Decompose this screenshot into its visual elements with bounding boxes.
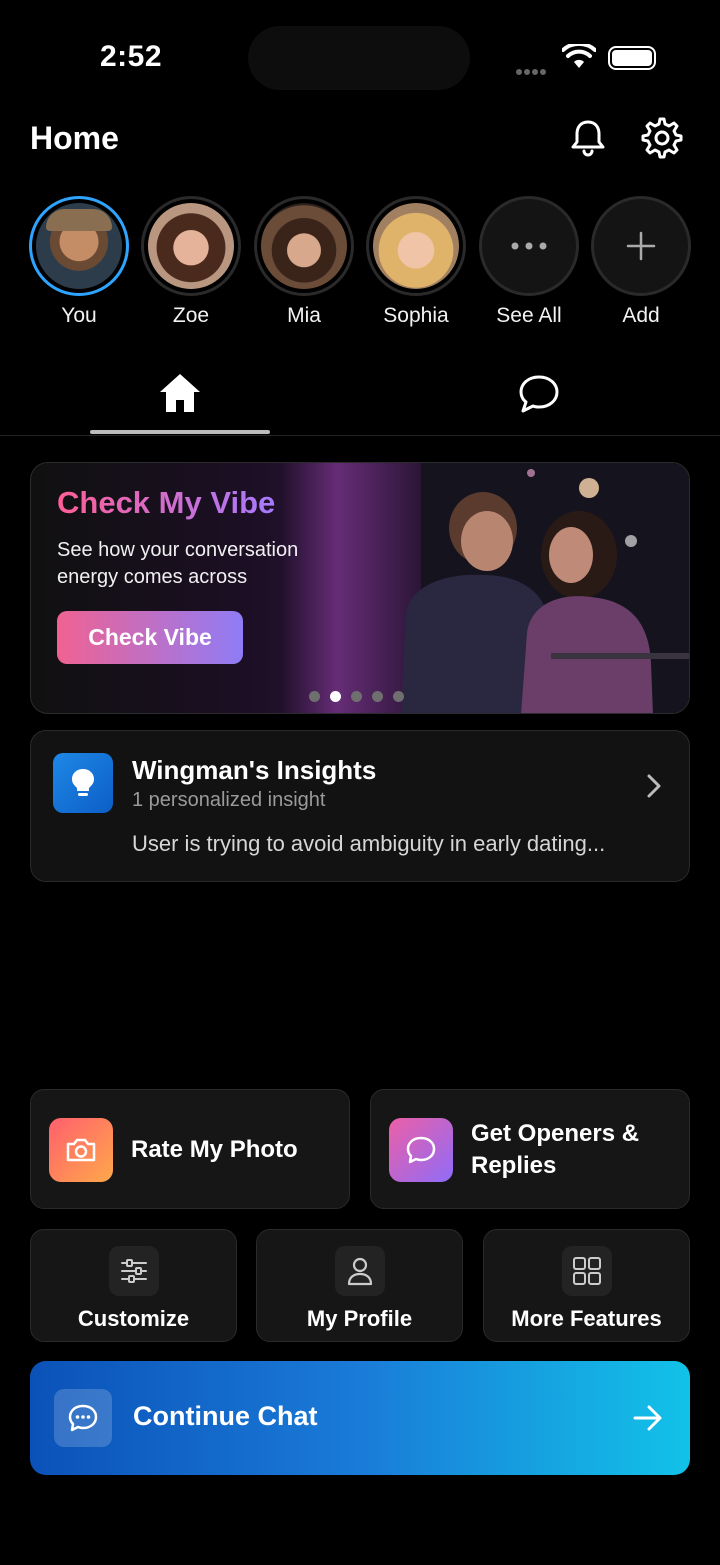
chevron-right-icon (647, 774, 661, 798)
sliders-icon (108, 1246, 159, 1296)
customize-label: Customize (77, 1306, 190, 1331)
story-label: See All (496, 304, 562, 327)
lightbulb-icon (53, 753, 113, 813)
carousel-dot[interactable] (393, 691, 404, 702)
get-openers-label: Get Openers & Replies (471, 1118, 639, 1182)
story-mia[interactable]: Mia (252, 196, 356, 328)
stories-row: You Zoe Mia Sophia See All Add (0, 196, 720, 336)
insight-preview: User is trying to avoid ambiguity in ear… (132, 831, 606, 856)
person-icon (334, 1246, 385, 1296)
home-icon[interactable] (158, 372, 202, 414)
tab-bar (0, 360, 720, 436)
avatar (148, 203, 234, 289)
story-ring (254, 196, 354, 296)
more-features-label: More Features (511, 1306, 662, 1331)
insight-count: 1 personalized insight (132, 789, 326, 811)
add-story-button[interactable]: Add (589, 196, 693, 328)
carousel-dot[interactable] (309, 691, 320, 702)
story-ring (141, 196, 241, 296)
story-label: Sophia (383, 304, 449, 327)
story-zoe[interactable]: Zoe (139, 196, 243, 328)
check-vibe-banner[interactable]: Check My Vibe See how your conversation … (30, 462, 690, 714)
status-bar: 2:52 (0, 0, 720, 110)
carousel-dot[interactable] (372, 691, 383, 702)
gear-icon[interactable] (640, 116, 684, 160)
story-you[interactable]: You (27, 196, 131, 328)
avatar (261, 203, 347, 289)
vibe-title: Check My Vibe (57, 485, 276, 520)
story-label: Zoe (172, 304, 210, 327)
battery-icon (608, 46, 656, 70)
my-profile-label: My Profile (306, 1306, 413, 1331)
carousel-dots (309, 689, 414, 707)
cellular-signal-icon (516, 62, 548, 80)
more-features-button[interactable]: More Features (483, 1229, 690, 1342)
wifi-icon (562, 44, 596, 68)
chat-bubbles-icon (389, 1118, 453, 1182)
chat-dots-icon (54, 1389, 112, 1447)
status-time: 2:52 (100, 40, 163, 73)
story-label: Mia (287, 304, 321, 327)
vibe-subtitle: See how your conversation energy comes a… (57, 539, 299, 588)
home-screen: 2:52 Home You Zoe Mia Sophia See All Add… (0, 0, 720, 1565)
check-vibe-button[interactable]: Check Vibe (57, 611, 243, 664)
story-sophia[interactable]: Sophia (364, 196, 468, 328)
story-label: You (61, 304, 97, 327)
avatar (36, 203, 122, 289)
get-openers-button[interactable]: Get Openers & Replies (370, 1089, 690, 1209)
page-title: Home (30, 120, 119, 156)
story-ring (366, 196, 466, 296)
camera-icon (49, 1118, 113, 1182)
openers-label-line2: Replies (471, 1152, 557, 1179)
story-ring (29, 196, 129, 296)
bell-icon[interactable] (566, 116, 610, 160)
arrow-right-icon (633, 1405, 662, 1431)
continue-chat-button[interactable]: Continue Chat (30, 1361, 690, 1475)
dynamic-island (248, 26, 470, 90)
carousel-dot[interactable] (351, 691, 362, 702)
rate-my-photo-label: Rate My Photo (131, 1136, 298, 1163)
wingman-insights-card[interactable]: Wingman's Insights 1 personalized insigh… (30, 730, 690, 882)
rate-my-photo-button[interactable]: Rate My Photo (30, 1089, 350, 1209)
more-dots-icon (479, 196, 579, 296)
my-profile-button[interactable]: My Profile (256, 1229, 463, 1342)
story-label: Add (622, 304, 660, 327)
openers-label-line1: Get Openers & (471, 1120, 640, 1147)
continue-chat-label: Continue Chat (133, 1401, 318, 1431)
customize-button[interactable]: Customize (30, 1229, 237, 1342)
chat-bubble-icon[interactable] (518, 374, 560, 414)
see-all-button[interactable]: See All (477, 196, 581, 328)
avatar (373, 203, 459, 289)
insight-title: Wingman's Insights (132, 755, 377, 785)
tab-indicator (90, 430, 270, 434)
carousel-dot-active[interactable] (330, 691, 341, 702)
grid-icon (561, 1246, 612, 1296)
plus-icon (591, 196, 691, 296)
